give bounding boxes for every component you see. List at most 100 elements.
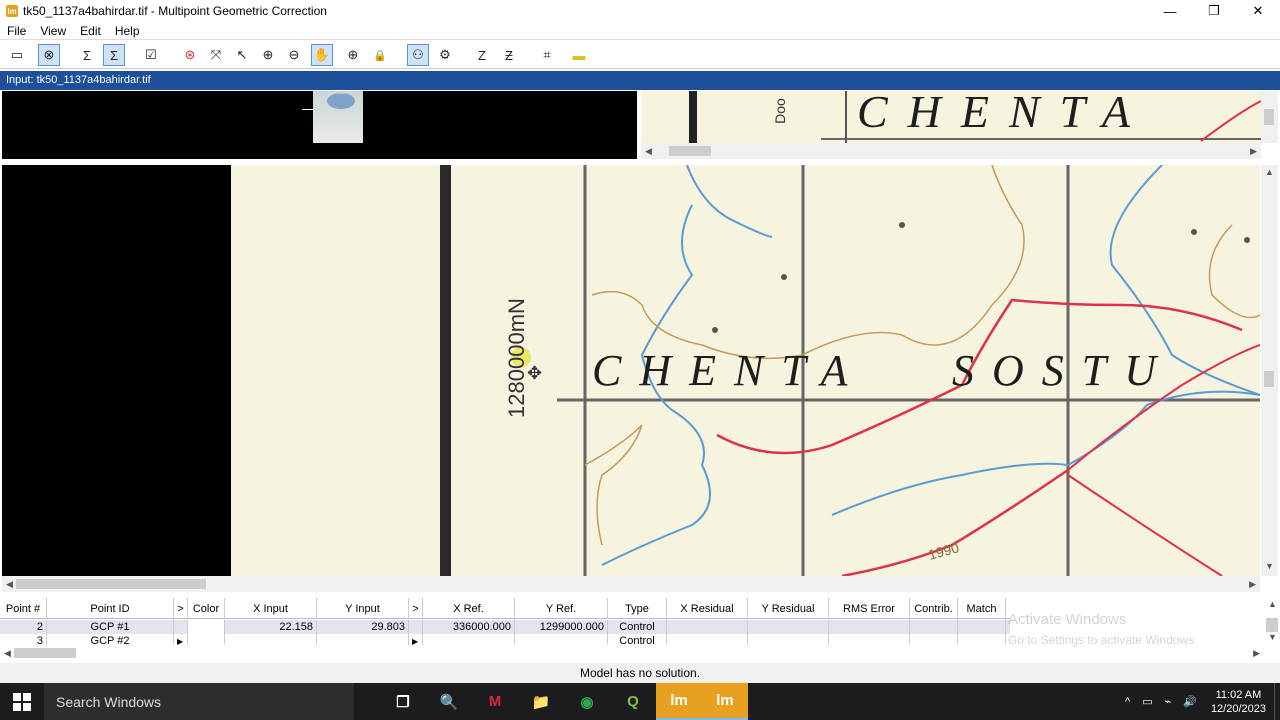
fit-extent-icon[interactable]: ⤧ [205, 44, 227, 66]
table-vscroll[interactable]: ▲ ▼ [1264, 598, 1280, 644]
table-hscroll-thumb[interactable] [14, 648, 76, 658]
pointer-icon[interactable]: ↖ [231, 44, 253, 66]
wifi-icon[interactable]: ⌁ [1159, 695, 1178, 708]
cell-match[interactable] [958, 620, 1006, 634]
pan-hand-icon[interactable]: ✋ [311, 44, 333, 66]
main-scroll-down-icon[interactable]: ▼ [1265, 561, 1274, 571]
main-view-pane[interactable]: CHENTA SOSTU 1280000mN 1990 ✥ [2, 165, 1260, 576]
tray-chevron-icon[interactable]: ^ [1119, 696, 1136, 708]
col-point-id[interactable]: Point ID [47, 598, 174, 619]
col-y-input[interactable]: Y Input [317, 598, 409, 619]
system-tray: ^ ▭ ⌁ 🔊 11:02 AM 12/20/2023 [1119, 683, 1280, 720]
add-point-icon[interactable]: ⚙ [434, 44, 456, 66]
cell-marker[interactable] [174, 620, 188, 634]
col-marker[interactable]: > [174, 598, 188, 619]
sigma-rms-icon[interactable]: Σ [103, 44, 125, 66]
col-color[interactable]: Color [188, 598, 225, 619]
restore-button[interactable]: ❐ [1192, 0, 1236, 22]
file-explorer-icon[interactable]: 📁 [518, 683, 564, 720]
chrome-icon[interactable]: ◉ [564, 683, 610, 720]
col-x-input[interactable]: X Input [225, 598, 317, 619]
main-hscroll-thumb[interactable] [16, 579, 206, 589]
taskbar-search[interactable]: Search Windows [44, 683, 354, 720]
cell-y-ref[interactable]: 1299000.000 [515, 620, 608, 634]
binoculars-icon[interactable]: ⚇ [407, 44, 429, 66]
georef-pan-icon[interactable]: ⊗ [38, 44, 60, 66]
zoom-hscroll[interactable]: ◀ ▶ [641, 143, 1261, 159]
main-hscroll[interactable]: ◀ ▶ [2, 576, 1260, 592]
zoom-scroll-right-icon[interactable]: ▶ [1250, 146, 1261, 157]
table-scroll-left-icon[interactable]: ◀ [0, 648, 11, 659]
link-icon[interactable]: ⊛ [179, 44, 201, 66]
col-point-number[interactable]: Point # [0, 598, 47, 619]
zoom-hscroll-thumb[interactable] [669, 146, 711, 156]
menu-help[interactable]: Help [108, 24, 147, 38]
ruler-icon[interactable]: ▬ [568, 44, 590, 66]
qgis-icon[interactable]: Q [610, 683, 656, 720]
zoom-vscroll[interactable] [1261, 91, 1278, 143]
cell-rms-error[interactable] [829, 620, 910, 634]
zoom-pane[interactable]: CHENTA Doo [641, 91, 1261, 143]
zoom-in-icon[interactable]: ⊕ [257, 44, 279, 66]
erdas-imagine-active-icon[interactable]: lm [702, 683, 748, 720]
z-transform-icon[interactable]: Ƶ [498, 44, 520, 66]
main-scroll-left-icon[interactable]: ◀ [2, 579, 13, 590]
show-desktop-button[interactable] [1274, 683, 1280, 720]
cell-y-residual[interactable] [748, 620, 829, 634]
search-app-icon[interactable]: 🔍 [426, 683, 472, 720]
main-scroll-up-icon[interactable]: ▲ [1265, 167, 1274, 177]
cell-x-input[interactable]: 22.158 [225, 620, 317, 634]
menu-view[interactable]: View [33, 24, 73, 38]
cell-x-residual[interactable] [667, 620, 748, 634]
cell-contrib[interactable] [910, 620, 958, 634]
cell-x-ref[interactable]: 336000.000 [423, 620, 515, 634]
close-button[interactable]: ✕ [1236, 0, 1280, 22]
col-y-residual[interactable]: Y Residual [748, 598, 829, 619]
pane-layout-icon[interactable]: ▭ [6, 44, 28, 66]
minimize-button[interactable]: — [1148, 0, 1192, 22]
table-row[interactable]: 2 GCP #1 22.158 29.803 336000.000 129900… [0, 620, 1010, 634]
start-button[interactable] [0, 683, 44, 720]
main-scroll-right-icon[interactable]: ▶ [1249, 579, 1260, 590]
cell-marker-2[interactable] [409, 620, 423, 634]
col-rms-error[interactable]: RMS Error [829, 598, 910, 619]
col-match[interactable]: Match [958, 598, 1006, 619]
cell-point-number[interactable]: 2 [0, 620, 47, 634]
col-x-residual[interactable]: X Residual [667, 598, 748, 619]
erdas-imagine-icon[interactable]: lm [656, 683, 702, 720]
cell-type[interactable]: Control [608, 620, 667, 634]
menu-file[interactable]: File [0, 24, 33, 38]
battery-icon[interactable]: ▭ [1136, 695, 1158, 708]
task-view-icon[interactable]: ❐ [380, 683, 426, 720]
taskbar-clock[interactable]: 11:02 AM 12/20/2023 [1203, 688, 1274, 716]
overview-pane[interactable] [2, 91, 637, 159]
table-scroll-down-icon[interactable]: ▼ [1268, 632, 1277, 642]
zoom-out-icon[interactable]: ⊖ [283, 44, 305, 66]
crosshair-icon[interactable]: ⊕ [342, 44, 364, 66]
zoom-map-side-text: Doo [771, 98, 788, 124]
z-icon[interactable]: Z [471, 44, 493, 66]
table-scroll-up-icon[interactable]: ▲ [1268, 599, 1277, 609]
zoom-vscroll-thumb[interactable] [1264, 109, 1274, 125]
col-type[interactable]: Type [608, 598, 667, 619]
cell-color[interactable] [188, 620, 225, 634]
grid-rotate-icon[interactable]: ⌗ [536, 44, 558, 66]
table-vscroll-thumb[interactable] [1266, 618, 1278, 632]
checkmark-grid-icon[interactable]: ☑ [140, 44, 162, 66]
main-vscroll[interactable]: ▲ ▼ [1261, 165, 1278, 576]
zoom-scroll-left-icon[interactable]: ◀ [641, 146, 652, 157]
watermark-line-1: Activate Windows [1008, 611, 1127, 628]
overview-thumbnail[interactable] [313, 91, 363, 143]
menu-edit[interactable]: Edit [73, 24, 108, 38]
mendeley-icon[interactable]: M [472, 683, 518, 720]
col-x-ref[interactable]: X Ref. [423, 598, 515, 619]
volume-icon[interactable]: 🔊 [1177, 695, 1203, 708]
col-contrib[interactable]: Contrib. [910, 598, 958, 619]
cell-point-id[interactable]: GCP #1 [47, 620, 174, 634]
cell-y-input[interactable]: 29.803 [317, 620, 409, 634]
sigma-icon[interactable]: Σ [76, 44, 98, 66]
col-y-ref[interactable]: Y Ref. [515, 598, 608, 619]
lock-icon[interactable]: 🔒 [369, 44, 391, 66]
main-vscroll-thumb[interactable] [1264, 371, 1274, 387]
col-marker-2[interactable]: > [409, 598, 423, 619]
